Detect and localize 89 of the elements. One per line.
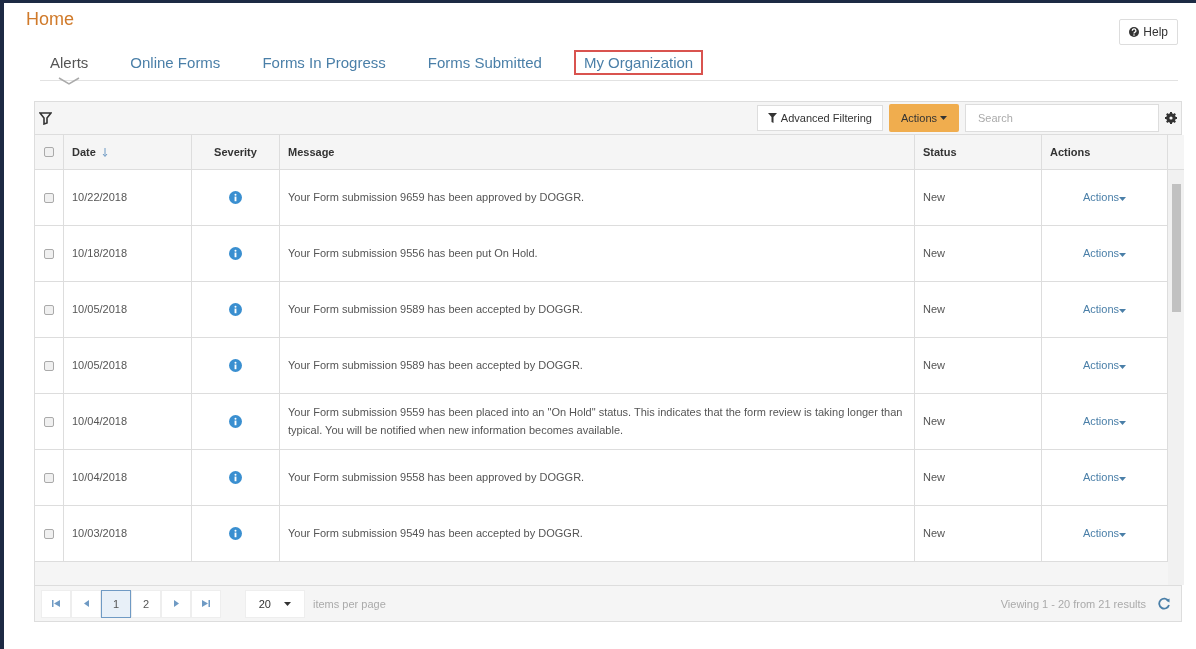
settings-icon[interactable] [1165,112,1177,124]
last-page-button[interactable] [191,589,221,618]
page-size-select[interactable]: 20 [245,589,305,618]
actions-button[interactable]: Actions [888,104,959,132]
first-page-button[interactable] [41,589,71,618]
status-cell-text: New [923,469,945,485]
checkbox[interactable] [44,248,54,259]
checkbox[interactable] [44,416,54,427]
checkbox[interactable] [44,472,54,483]
tab[interactable]: My Organization [573,50,704,75]
scrollbar[interactable] [1168,170,1184,585]
page-size-label: items per page [313,597,386,610]
next-page-button[interactable] [161,589,191,618]
caret-icon [1119,252,1127,257]
caret-icon [1119,196,1127,201]
tab[interactable]: Online Forms [120,50,231,75]
date-cell-text: 10/18/2018 [72,245,128,261]
refresh-icon[interactable] [1158,597,1171,610]
message-cell-text: Your Form submission 9559 has been placed into an "On Hold" status. This indicates that the form review is taking longer than typical. You will be notified when new information becomes available. [288,404,904,438]
info-icon [229,527,242,540]
column-header[interactable]: Actions [1042,135,1168,170]
date-cell-text: 10/04/2018 [72,469,128,485]
actions-link[interactable]: Actions [1082,188,1127,207]
column-header[interactable]: Message [280,135,915,170]
date-cell-text: 10/05/2018 [72,357,128,373]
advanced-filtering-button[interactable]: Advanced Filtering [756,105,883,131]
caret-icon [1119,532,1127,537]
checkbox[interactable] [44,147,54,157]
message-cell-text: Your Form submission 9558 has been approved by DOGGR. [288,469,585,485]
actions-link[interactable]: Actions [1082,468,1127,487]
caret-icon [1119,308,1127,313]
last-page-icon [202,600,210,607]
caret-icon [1119,364,1127,369]
column-header[interactable]: Date [64,135,192,170]
info-icon [229,191,242,204]
info-icon [229,415,242,428]
question-icon [1129,27,1140,37]
status-cell-text: New [923,245,945,261]
actions-link[interactable]: Actions [1082,300,1127,319]
next-page-icon [173,600,179,607]
message-cell-text: Your Form submission 9549 has been accepted by DOGGR. [288,525,583,541]
checkbox[interactable] [44,360,54,371]
caret-icon [940,116,947,120]
page-button[interactable]: 2 [131,589,161,618]
message-cell-text: Your Form submission 9589 has been accepted by DOGGR. [288,301,583,317]
status-cell-text: New [923,189,945,205]
checkbox[interactable] [44,192,54,203]
status-cell-text: New [923,525,945,541]
filter-icon [767,113,777,123]
message-cell-text: Your Form submission 9659 has been approved by DOGGR. [288,189,585,205]
actions-link[interactable]: Actions [1082,244,1127,263]
info-icon [229,303,242,316]
tab[interactable]: Forms Submitted [417,50,552,75]
first-page-icon [52,600,60,607]
previous-page-icon [83,600,89,607]
status-cell-text: New [923,413,945,429]
checkbox[interactable] [44,528,54,539]
message-cell-text: Your Form submission 9556 has been put On Hold. [288,245,538,261]
caret-icon [284,601,292,606]
message-cell-text: Your Form submission 9589 has been accepted by DOGGR. [288,357,583,373]
info-icon [229,359,242,372]
caret-icon [1119,476,1127,481]
actions-link[interactable]: Actions [1082,412,1127,431]
date-cell-text: 10/04/2018 [72,413,128,429]
sort-down-icon [101,147,108,157]
actions-link[interactable]: Actions [1082,356,1127,375]
date-cell-text: 10/22/2018 [72,189,128,205]
status-cell-text: New [923,301,945,317]
page-button[interactable]: 1 [101,589,131,618]
column-header[interactable]: Severity [192,135,280,170]
page-title: Home [26,9,74,30]
column-header[interactable]: Status [915,135,1042,170]
caret-icon [1119,420,1127,425]
tab[interactable]: Alerts [40,50,99,75]
help-button[interactable]: Help [1119,19,1178,45]
date-cell-text: 10/03/2018 [72,525,128,541]
checkbox[interactable] [44,304,54,315]
results-summary: Viewing 1 - 20 from 21 results [1000,597,1146,610]
info-icon [229,247,242,260]
previous-page-button[interactable] [71,589,101,618]
search-field[interactable]: Search [965,104,1159,132]
info-icon [229,471,242,484]
actions-link[interactable]: Actions [1082,524,1127,543]
date-cell-text: 10/05/2018 [72,301,128,317]
tab[interactable]: Forms In Progress [252,50,396,75]
scrollbar-thumb[interactable] [1171,184,1181,312]
status-cell-text: New [923,357,945,373]
chevron-icon [58,77,81,85]
filter-icon[interactable] [39,111,52,125]
